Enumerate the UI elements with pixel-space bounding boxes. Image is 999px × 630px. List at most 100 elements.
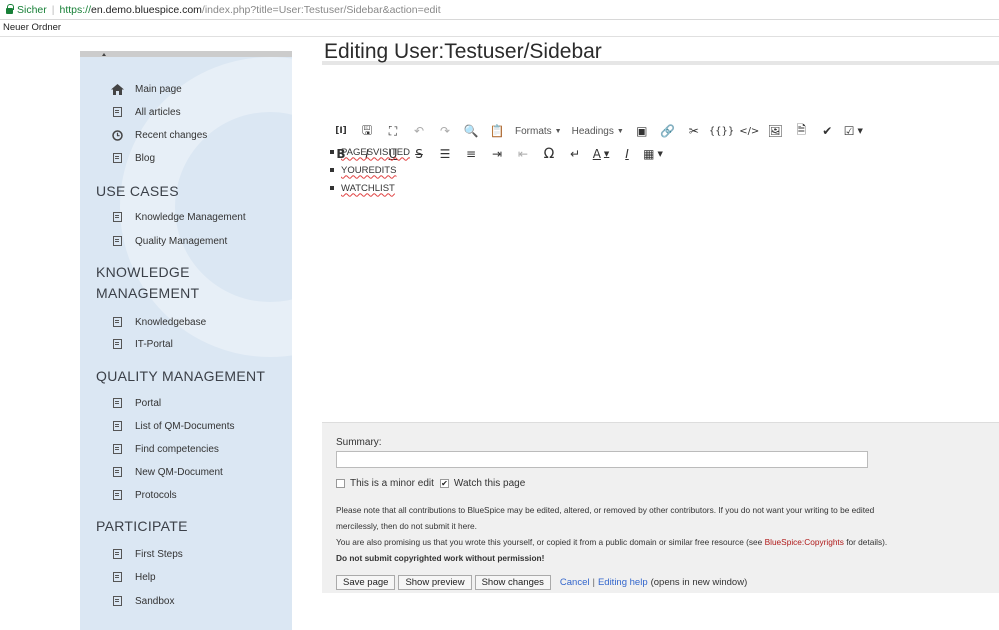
sidebar-item-label: Knowledgebase <box>135 316 207 328</box>
sidebar-item-knowledge-management[interactable]: Knowledge Management <box>110 210 246 224</box>
chevron-down-icon: ▼ <box>616 127 624 135</box>
spellcheck-icon[interactable]: ✔ <box>816 122 838 140</box>
sidebar-item-find-competencies[interactable]: Find competencies <box>110 442 219 456</box>
list-item: PAGESVISITED <box>330 143 410 161</box>
undo-icon[interactable]: ↶ <box>408 122 430 140</box>
indent-icon[interactable]: ⇥ <box>486 145 508 163</box>
doc-icon <box>110 236 124 246</box>
checklist-icon[interactable]: ☑ ▼ <box>842 122 864 140</box>
sidebar-item-label: Knowledge Management <box>135 211 246 223</box>
sidebar-item-label: All articles <box>135 106 181 118</box>
paste-icon[interactable]: 📋 <box>486 122 508 140</box>
image-icon[interactable]: 🖼 <box>764 122 786 140</box>
unlink-icon[interactable]: ✂ <box>683 122 705 140</box>
sidebar-item-label: Sandbox <box>135 595 175 607</box>
sidebar-item-label: Recent changes <box>135 129 208 141</box>
template-icon[interactable]: {{}} <box>709 122 734 140</box>
url-host[interactable]: en.demo.bluespice.com <box>91 4 202 16</box>
watch-page-checkbox[interactable]: ✔ <box>439 479 449 488</box>
sidebar-item-first-steps[interactable]: First Steps <box>110 547 183 561</box>
doc-icon <box>110 339 124 349</box>
strikethrough-icon[interactable]: S <box>408 145 430 163</box>
bookmarks-bar: Neuer Ordner <box>0 20 999 37</box>
logo-watermark <box>120 57 420 357</box>
sidebar-item-all-articles[interactable]: All articles <box>110 105 181 119</box>
editor-content[interactable]: PAGESVISITED YOUREDITS WATCHLIST <box>330 143 410 197</box>
home-icon <box>110 83 124 95</box>
minor-edit-checkbox[interactable] <box>336 479 345 488</box>
sidebar-item-label: Main page <box>135 83 182 95</box>
line-break-icon[interactable]: ↵ <box>564 145 586 163</box>
address-separator: | <box>51 3 55 16</box>
edit-notice-warning: Do not submit copyrighted work without p… <box>336 553 545 563</box>
list-item: WATCHLIST <box>330 179 410 197</box>
bookmark-folder[interactable]: Neuer Ordner <box>3 22 61 33</box>
sidebar-item-protocols[interactable]: Protocols <box>110 488 177 502</box>
table-layout-icon[interactable]: ▣ <box>631 122 653 140</box>
sidebar-item-help[interactable]: Help <box>110 570 156 584</box>
doc-icon <box>110 317 124 327</box>
cancel-link[interactable]: Cancel <box>560 577 590 588</box>
section-title-participate: PARTICIPATE <box>96 518 188 534</box>
formats-dropdown[interactable]: Formats ▼ <box>512 122 565 140</box>
table-icon[interactable]: ▦ ▼ <box>642 145 664 163</box>
section-title-knowledge: KNOWLEDGE <box>96 264 190 280</box>
doc-icon <box>110 212 124 222</box>
sidebar-item-label: IT-Portal <box>135 338 173 350</box>
save-icon[interactable]: 🖫 <box>356 122 378 140</box>
sidebar-item-label: First Steps <box>135 548 183 560</box>
sidebar-item-list-of-qm-documents[interactable]: List of QM-Documents <box>110 419 234 433</box>
sidebar-item-it-portal[interactable]: IT-Portal <box>110 337 173 351</box>
clock-icon <box>110 129 124 141</box>
bullet-list-icon[interactable]: ☰ <box>434 145 456 163</box>
sidebar-item-new-qm-document[interactable]: New QM-Document <box>110 465 223 479</box>
sidebar-item-recent-changes[interactable]: Recent changes <box>110 128 207 142</box>
summary-label: Summary: <box>336 437 382 448</box>
section-title-quality-management: QUALITY MANAGEMENT <box>96 368 266 384</box>
document-icon[interactable]: 🗎 <box>790 122 812 140</box>
sidebar-item-label: Help <box>135 571 156 583</box>
clear-format-icon[interactable]: I <box>616 145 638 163</box>
doc-icon <box>110 572 124 582</box>
source-mode-icon[interactable]: [I] <box>330 122 352 140</box>
edit-notice-line3: You are also promising us that you wrote… <box>336 537 888 547</box>
editing-help-link[interactable]: Editing help <box>598 577 648 588</box>
url-protocol[interactable]: https:// <box>60 4 92 16</box>
url-path[interactable]: /index.php?title=User:Testuser/Sidebar&a… <box>202 4 441 16</box>
link-icon[interactable]: 🔗 <box>657 122 679 140</box>
sidebar-item-quality-management[interactable]: Quality Management <box>110 234 227 248</box>
list-item: YOUREDITS <box>330 161 410 179</box>
headings-dropdown[interactable]: Headings ▼ <box>569 122 627 140</box>
sidebar-item-knowledgebase[interactable]: Knowledgebase <box>110 315 206 329</box>
redo-icon[interactable]: ↷ <box>434 122 456 140</box>
watch-page-label: Watch this page <box>453 478 526 489</box>
copyrights-link[interactable]: BlueSpice:Copyrights <box>765 537 844 547</box>
editor-toolbar-row1: [I] 🖫 ⛶ ↶ ↷ 🔍 📋 Formats ▼ Headings ▼ ▣ 🔗 ✂… <box>330 122 868 140</box>
find-icon[interactable]: 🔍 <box>460 122 482 140</box>
code-icon[interactable]: </> <box>738 122 760 140</box>
address-bar[interactable]: Sicher | https:// en.demo.bluespice.com … <box>0 0 999 20</box>
sidebar-item-portal[interactable]: Portal <box>110 396 161 410</box>
sidebar-item-blog[interactable]: Blog <box>110 151 155 165</box>
edit-notice-line1: Please note that all contributions to Bl… <box>336 505 875 515</box>
sidebar-item-label: Find competencies <box>135 443 219 455</box>
show-preview-button[interactable]: Show preview <box>398 575 472 590</box>
section-title-management: MANAGEMENT <box>96 285 200 301</box>
summary-input[interactable] <box>336 451 868 468</box>
outdent-icon[interactable]: ⇤ <box>512 145 534 163</box>
minor-edit-label: This is a minor edit <box>350 478 434 489</box>
doc-icon <box>110 490 124 500</box>
doc-icon <box>110 444 124 454</box>
text-color-icon[interactable]: A ▼ <box>590 145 612 163</box>
save-page-button[interactable]: Save page <box>336 575 396 590</box>
edit-checkboxes: This is a minor edit ✔ Watch this page <box>336 478 525 489</box>
numbered-list-icon[interactable]: ≡ <box>460 145 482 163</box>
show-changes-button[interactable]: Show changes <box>474 575 551 590</box>
edit-notice-line2: mercilessly, then do not submit it here. <box>336 521 477 531</box>
page-title: Editing User:Testuser/Sidebar <box>324 40 602 63</box>
special-char-icon[interactable]: Ω <box>538 145 560 163</box>
fullscreen-icon[interactable]: ⛶ <box>382 122 404 140</box>
sidebar-item-label: Blog <box>135 152 156 164</box>
sidebar-item-main-page[interactable]: Main page <box>110 82 182 96</box>
sidebar-item-sandbox[interactable]: Sandbox <box>110 594 174 608</box>
